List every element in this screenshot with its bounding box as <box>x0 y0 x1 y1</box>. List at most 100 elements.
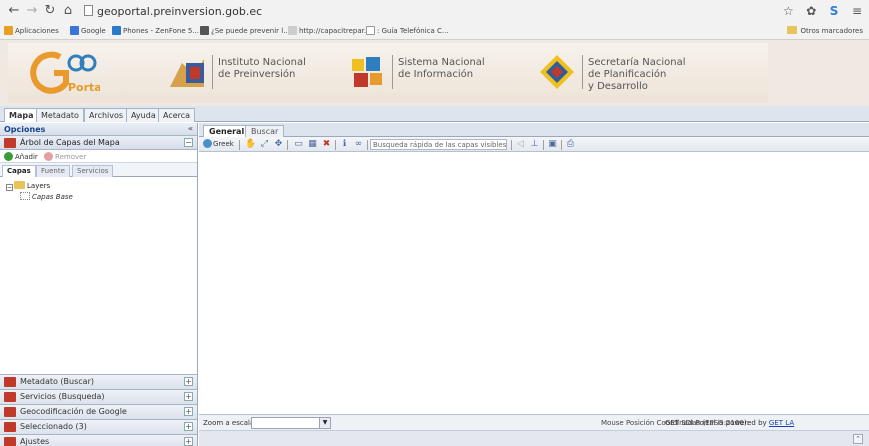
powered-by-link[interactable]: GET LA <box>769 419 794 427</box>
expand-icon[interactable]: + <box>184 407 193 416</box>
save-icon[interactable]: ▣ <box>547 139 558 150</box>
page-icon <box>366 26 375 35</box>
reload-icon[interactable]: ↻ <box>42 3 58 19</box>
menu-icon[interactable]: ≡ <box>849 3 865 19</box>
collapse-tree-icon[interactable]: − <box>184 138 193 147</box>
doc-icon <box>200 26 209 35</box>
extension-icon[interactable]: ✿ <box>803 3 819 19</box>
subtab-fuente[interactable]: Fuente <box>36 165 70 177</box>
print-icon[interactable]: ⎙ <box>565 139 576 150</box>
bookmark-other[interactable]: Otros marcadores <box>787 26 863 35</box>
legend-icon[interactable]: ⊥ <box>529 139 540 150</box>
layer-tree-header: Árbol de Capas del Mapa − <box>0 136 197 150</box>
browser-actions: ☆ ✿ S ≡ <box>776 3 865 19</box>
sync-icon[interactable]: S <box>826 3 842 19</box>
services-icon <box>4 392 16 402</box>
browser-nav-row: ← → ↻ ⌂ geoportal.preinversion.gob.ec ☆ … <box>0 0 869 22</box>
move-icon[interactable]: ✥ <box>273 139 284 150</box>
layer-tree-icon <box>4 138 16 148</box>
bookmark-prevenir[interactable]: ¿Se puede prevenir l... <box>200 26 290 35</box>
bookmark-zenfone[interactable]: Phones - ZenFone 5... <box>112 26 199 35</box>
greek-button[interactable]: Greek <box>203 139 234 148</box>
back-arrow-icon[interactable]: ← <box>6 3 22 19</box>
map-canvas[interactable] <box>199 152 869 414</box>
app-tabs: Mapa Metadato Archivos Ayuda Acerca <box>0 106 869 122</box>
remove-layer-button[interactable]: Remover <box>40 152 86 161</box>
tab-buscar[interactable]: Buscar <box>245 125 285 137</box>
prev-icon[interactable]: ◁ <box>515 139 526 150</box>
accordion-metadato[interactable]: Metadato (Buscar) + <box>0 374 197 389</box>
info-icon[interactable]: ℹ <box>339 139 350 150</box>
zoom-box-icon[interactable]: ⤢ <box>259 139 270 150</box>
pan-icon[interactable]: ✋ <box>245 139 256 150</box>
geocode-icon <box>4 407 16 417</box>
binoculars-icon[interactable]: ∞ <box>353 139 364 150</box>
subtab-capas[interactable]: Capas <box>2 165 36 177</box>
folder-icon <box>14 181 25 189</box>
collapse-node-icon[interactable]: − <box>6 184 13 191</box>
browser-chrome: ← → ↻ ⌂ geoportal.preinversion.gob.ec ☆ … <box>0 0 869 40</box>
inp-name: Instituto Nacional de Preinversión <box>218 57 306 80</box>
options-panel: Opciones « Árbol de Capas del Mapa − Aña… <box>0 123 198 446</box>
geoportal-logo: Portal <box>30 49 106 95</box>
map-tabs: General Buscar <box>199 123 869 137</box>
globe-icon <box>203 139 212 148</box>
measure-area-icon[interactable]: ▦ <box>307 139 318 150</box>
bookmark-google[interactable]: Google <box>70 26 106 35</box>
bookmark-guia[interactable]: : Guía Telefónica C... <box>366 26 449 35</box>
folder-icon <box>787 26 798 34</box>
accordion-servicios[interactable]: Servicios (Busqueda) + <box>0 389 197 404</box>
clear-icon[interactable]: ✖ <box>321 139 332 150</box>
svg-text:Portal: Portal <box>68 81 100 94</box>
sni-mark-icon <box>352 57 382 87</box>
collapse-left-icon[interactable]: « <box>188 124 193 133</box>
expand-icon[interactable]: + <box>184 377 193 386</box>
google-icon <box>70 26 79 35</box>
tree-node-layers[interactable]: − Layers <box>6 181 191 192</box>
tab-acerca[interactable]: Acerca <box>158 108 196 122</box>
senplades-name: Secretaría Nacional de Planificación y D… <box>588 57 686 92</box>
bookmark-apps[interactable]: Aplicaciones <box>4 26 59 35</box>
expand-icon[interactable]: + <box>184 392 193 401</box>
layer-icon <box>20 192 30 200</box>
tab-mapa[interactable]: Mapa <box>4 108 39 122</box>
address-bar[interactable]: geoportal.preinversion.gob.ec <box>84 5 262 18</box>
selection-icon <box>4 422 16 432</box>
tab-archivos[interactable]: Archivos <box>84 108 129 122</box>
settings-icon <box>4 437 16 446</box>
chevron-down-icon: ▼ <box>319 418 330 428</box>
tab-metadato[interactable]: Metadato <box>36 108 84 122</box>
accordion-ajustes[interactable]: Ajustes + <box>0 434 197 446</box>
status-bar: Zoom a escala: ▼ Mouse Posición Coordina… <box>199 414 869 430</box>
metadata-icon <box>4 377 16 387</box>
quick-search-input[interactable]: Busqueda rápida de las capas visibles <box>370 139 507 150</box>
options-header: Opciones « <box>0 123 197 136</box>
map-toolbar: Greek ✋ ⤢ ✥ ▭ ▦ ✖ ℹ ∞ Busqueda rápida de… <box>199 137 869 152</box>
expand-icon[interactable]: + <box>184 422 193 431</box>
add-layer-button[interactable]: Añadir <box>4 152 38 161</box>
home-icon[interactable]: ⌂ <box>60 3 76 19</box>
subtab-servicios[interactable]: Servicios <box>72 165 114 177</box>
bottom-bar: ⌃ <box>199 430 869 446</box>
expand-up-icon[interactable]: ⌃ <box>853 434 863 444</box>
bookmarks-bar: Aplicaciones Google Phones - ZenFone 5..… <box>0 23 869 39</box>
tree-node-capas-base[interactable]: Capas Base <box>6 192 191 203</box>
layer-tree: − Layers Capas Base <box>0 177 197 207</box>
banner-strip: Portal Instituto Nacional de Preinversió… <box>8 43 768 103</box>
zoom-scale-select[interactable]: ▼ <box>251 417 331 429</box>
senplades-mark-icon <box>540 55 574 89</box>
url-text: geoportal.preinversion.gob.ec <box>97 5 263 18</box>
accordion-seleccionado[interactable]: Seleccionado (3) + <box>0 419 197 434</box>
bookmark-capacit[interactable]: http://capacitrepar... <box>288 26 371 35</box>
measure-line-icon[interactable]: ▭ <box>293 139 304 150</box>
star-icon[interactable]: ☆ <box>780 3 796 19</box>
expand-icon[interactable]: + <box>184 437 193 446</box>
page-icon <box>288 26 297 35</box>
map-panel: General Buscar Greek ✋ ⤢ ✥ ▭ ▦ ✖ ℹ ∞ Bus… <box>199 123 869 446</box>
tab-general[interactable]: General <box>203 125 251 137</box>
forward-arrow-icon[interactable]: → <box>24 3 40 19</box>
sni-name: Sistema Nacional de Información <box>398 57 485 80</box>
tab-ayuda[interactable]: Ayuda <box>126 108 161 122</box>
zenfone-icon <box>112 26 121 35</box>
accordion-geocodificacion[interactable]: Geocodificación de Google + <box>0 404 197 419</box>
